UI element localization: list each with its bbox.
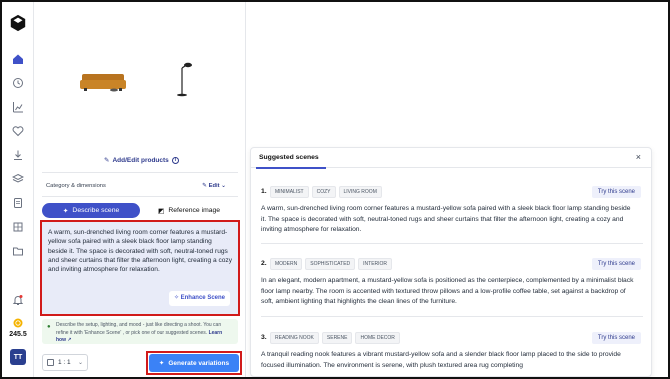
scene-item: 3. READING NOOK SERENE HOME DECOR Try th…: [251, 332, 651, 371]
scene-tag: SERENE: [321, 332, 353, 344]
notification-bell-icon[interactable]: [10, 292, 26, 308]
document-icon[interactable]: [10, 195, 26, 211]
close-icon[interactable]: ×: [636, 152, 641, 162]
magic-wand-icon: ✦: [158, 360, 165, 367]
modal-tab-underline: [256, 167, 326, 169]
scene-tags: READING NOOK SERENE HOME DECOR: [270, 332, 400, 344]
tab-reference-image-label: Reference image: [168, 207, 221, 214]
scene-tag: LIVING ROOM: [338, 186, 382, 198]
scene-item: 2. MODERN SOPHISTICATED INTERIOR Try thi…: [251, 258, 651, 308]
lightbulb-icon: ✦: [62, 207, 69, 215]
product-preview-image: [80, 62, 192, 97]
category-dimensions-row[interactable]: Category & dimensions ✎ Edit ⌄: [46, 183, 226, 189]
chart-icon[interactable]: [10, 99, 26, 115]
scene-description-text: A warm, sun-drenched living room corner …: [48, 229, 232, 274]
aspect-ratio-select[interactable]: 1 : 1 ⌄: [42, 354, 88, 371]
scene-number: 2.: [261, 260, 267, 267]
credits-count: 245.5: [9, 331, 27, 338]
image-icon: ◩: [157, 207, 165, 215]
divider: [261, 316, 643, 317]
sofa-thumbnail: [80, 74, 126, 92]
home-icon[interactable]: [10, 51, 26, 67]
grid-icon[interactable]: [10, 219, 26, 235]
scene-number: 3.: [261, 334, 267, 341]
edit-pencil-icon: ✎: [104, 157, 110, 164]
scene-tags: MODERN SOPHISTICATED INTERIOR: [270, 258, 393, 270]
modal-title: Suggested scenes: [259, 154, 319, 161]
layers-icon[interactable]: [10, 171, 26, 187]
modal-header: Suggested scenes ×: [251, 148, 651, 169]
divider: [42, 172, 238, 173]
scene-tag: MODERN: [270, 258, 303, 270]
try-this-scene-button[interactable]: Try this scene: [591, 186, 641, 198]
generate-highlight: ✦ Generate variations: [146, 351, 242, 375]
tip-text: Describe the setup, lighting, and mood -…: [56, 322, 222, 336]
scene-number: 1.: [261, 188, 267, 195]
add-edit-products-link[interactable]: ✎ Add/Edit products i: [104, 156, 179, 164]
scene-description-textarea[interactable]: A warm, sun-drenched living room corner …: [40, 220, 240, 316]
info-icon[interactable]: i: [171, 156, 179, 164]
tab-reference-image[interactable]: ◩ Reference image: [140, 203, 238, 218]
scene-mode-tabs: ✦ Describe scene ◩ Reference image: [42, 203, 238, 218]
scene-tag: INTERIOR: [358, 258, 393, 270]
scene-tag: READING NOOK: [270, 332, 319, 344]
download-icon[interactable]: [10, 147, 26, 163]
heart-icon[interactable]: [10, 123, 26, 139]
scene-item: 1. MINIMALIST COZY LIVING ROOM Try this …: [251, 186, 651, 236]
scene-description: In an elegant, modern apartment, a musta…: [261, 277, 634, 306]
user-avatar[interactable]: TT: [10, 349, 26, 365]
scene-tag: HOME DECOR: [355, 332, 400, 344]
scene-tags: MINIMALIST COZY LIVING ROOM: [270, 186, 382, 198]
add-edit-products-label: Add/Edit products: [112, 156, 169, 164]
divider: [261, 243, 643, 244]
scene-tag: COZY: [311, 186, 336, 198]
aspect-ratio-value: 1 : 1: [58, 359, 71, 366]
scene-editor-panel: ✎ Add/Edit products i Category & dimensi…: [34, 2, 246, 377]
scene-description: A warm, sun-drenched living room corner …: [261, 205, 631, 234]
category-dimensions-label: Category & dimensions: [46, 183, 106, 189]
scene-description: A tranquil reading nook features a vibra…: [261, 351, 621, 369]
divider: [42, 196, 238, 197]
scene-tag: SOPHISTICATED: [305, 258, 356, 270]
try-this-scene-button[interactable]: Try this scene: [591, 332, 641, 344]
category-edit-button[interactable]: ✎ Edit ⌄: [202, 183, 226, 189]
tip-bulb-icon: ●: [47, 324, 51, 330]
logo-cube-icon[interactable]: [9, 14, 27, 32]
try-this-scene-button[interactable]: Try this scene: [591, 258, 641, 270]
credits-coin-icon: [10, 315, 26, 331]
tip-box: ● Describe the setup, lighting, and mood…: [42, 319, 238, 344]
tab-describe-scene-label: Describe scene: [72, 207, 120, 214]
folder-icon[interactable]: [10, 243, 26, 259]
generate-variations-button[interactable]: ✦ Generate variations: [149, 354, 239, 372]
left-rail: 245.5 TT: [2, 2, 34, 377]
generate-row: 1 : 1 ⌄ ✦ Generate variations: [42, 351, 242, 375]
aspect-ratio-icon: [47, 359, 54, 366]
tab-describe-scene[interactable]: ✦ Describe scene: [42, 203, 140, 218]
app-window: 245.5 TT ✎ Add/Edit products i Category …: [0, 0, 670, 379]
floor-lamp-thumbnail: [177, 62, 192, 97]
history-icon[interactable]: [10, 75, 26, 91]
scene-tag: MINIMALIST: [270, 186, 309, 198]
enhance-scene-button[interactable]: ✧ Enhance Scene: [168, 291, 230, 306]
suggested-scenes-modal: Suggested scenes × 1. MINIMALIST COZY LI…: [250, 147, 652, 377]
generate-variations-label: Generate variations: [168, 359, 230, 367]
product-preview: [42, 2, 238, 152]
chevron-down-icon: ⌄: [77, 360, 83, 366]
